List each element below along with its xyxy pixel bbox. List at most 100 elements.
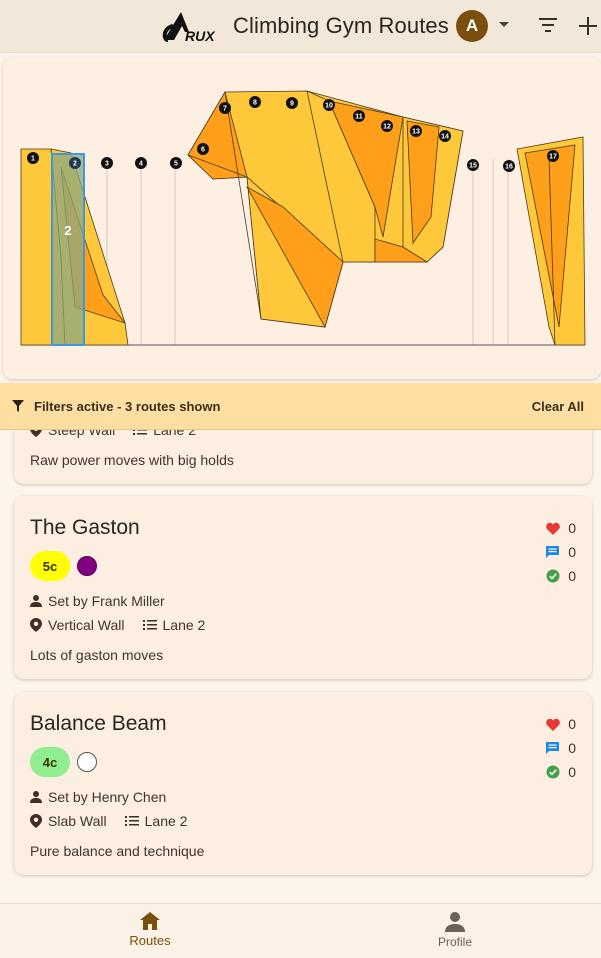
comments-count: 0 [568,740,576,756]
svg-text:11: 11 [355,114,363,121]
route-wall: Steep Wall [48,430,116,438]
comment-icon [546,741,559,754]
comments-stat[interactable]: 0 [546,540,576,564]
wall-map[interactable]: 1 2 3 4 5 6 7 8 9 10 11 12 13 14 15 16 1… [3,57,601,379]
grade-badge: 5c [30,551,70,581]
route-description: Pure balance and technique [30,843,205,859]
nav-profile[interactable]: Profile [395,912,515,949]
route-list[interactable]: Steep Wall Lane 2 Raw power moves with b… [0,430,601,903]
svg-text:10: 10 [325,103,333,110]
svg-text:7: 7 [223,106,227,113]
svg-text:9: 9 [290,101,294,108]
route-marker[interactable]: 4 [135,157,147,169]
heart-icon [546,718,560,731]
location-pin-icon [30,430,42,437]
route-location: Steep Wall Lane 2 [30,430,196,438]
filter-icon[interactable] [536,13,560,37]
wall-map-canvas[interactable]: 1 2 3 4 5 6 7 8 9 10 11 12 13 14 15 16 1… [3,57,601,379]
svg-text:14: 14 [441,134,449,141]
route-marker[interactable]: 12 [381,120,393,132]
comments-stat[interactable]: 0 [546,736,576,760]
route-stats: 0 0 0 [546,516,576,588]
route-wall: Slab Wall [48,813,107,829]
svg-text:12: 12 [383,124,391,131]
likes-count: 0 [568,716,576,732]
sends-stat[interactable]: 0 [546,760,576,784]
list-icon [133,430,148,435]
selected-route-label: 2 [64,223,71,238]
setter-name: Set by Henry Chen [48,789,167,805]
route-setter: Set by Henry Chen [30,789,166,805]
check-circle-icon [546,569,560,583]
svg-text:6: 6 [201,147,205,154]
route-location: Vertical Wall Lane 2 [30,617,205,633]
app-title: Climbing Gym Routes [233,13,449,38]
route-marker[interactable]: 15 [467,159,479,171]
hold-color-dot [77,556,97,576]
crux-logo: RUX [162,12,216,44]
route-marker[interactable]: 11 [353,110,365,122]
svg-text:17: 17 [549,154,557,161]
check-circle-icon [546,765,560,779]
heart-icon [546,522,560,535]
route-marker[interactable]: 1 [27,152,39,164]
route-card[interactable]: The Gaston 5c Set by Frank Miller Vertic… [14,496,592,679]
location-pin-icon [30,814,42,828]
route-marker[interactable]: 6 [197,143,209,155]
sends-stat[interactable]: 0 [546,564,576,588]
add-icon[interactable] [575,13,601,39]
user-avatar[interactable]: A [456,10,488,42]
route-marker[interactable]: 5 [170,157,182,169]
comment-icon [546,545,559,558]
grade-badge: 4c [30,747,70,777]
svg-text:3: 3 [105,161,109,168]
location-pin-icon [30,618,42,632]
chevron-down-icon[interactable] [497,19,511,31]
route-wall: Vertical Wall [48,617,125,633]
route-card[interactable]: Balance Beam 4c Set by Henry Chen Slab W… [14,692,592,875]
route-name: The Gaston [30,516,140,539]
sends-count: 0 [568,764,576,780]
route-marker[interactable]: 17 [547,150,559,162]
likes-stat[interactable]: 0 [546,712,576,736]
setter-name: Set by Frank Miller [48,593,165,609]
route-marker[interactable]: 13 [410,125,422,137]
route-name: Balance Beam [30,712,167,735]
route-marker[interactable]: 2 [69,157,81,169]
clear-filters-button[interactable]: Clear All [532,399,584,414]
route-marker[interactable]: 9 [286,97,298,109]
filter-banner: Filters active - 3 routes shown Clear Al… [0,383,601,430]
home-icon [140,912,160,930]
sends-count: 0 [568,568,576,584]
likes-stat[interactable]: 0 [546,516,576,540]
person-icon [30,595,42,607]
route-stats: 0 0 0 [546,712,576,784]
list-icon [124,816,139,826]
route-marker[interactable]: 16 [503,160,515,172]
svg-text:1: 1 [31,156,35,163]
route-setter: Set by Frank Miller [30,593,165,609]
hold-color-dot [77,752,97,772]
route-card[interactable]: Steep Wall Lane 2 Raw power moves with b… [14,430,592,484]
route-marker[interactable]: 8 [249,96,261,108]
route-marker[interactable]: 10 [323,99,335,111]
svg-text:16: 16 [505,164,513,171]
route-marker[interactable]: 3 [101,157,113,169]
person-icon [30,791,42,803]
svg-text:15: 15 [469,163,477,170]
route-marker[interactable]: 7 [219,102,231,114]
route-marker[interactable]: 14 [439,130,451,142]
route-lane: Lane 2 [162,617,206,633]
route-lane: Lane 2 [144,813,188,829]
person-icon [445,912,465,932]
bottom-navigation: Routes Profile [0,903,601,958]
route-location: Slab Wall Lane 2 [30,813,187,829]
route-description: Raw power moves with big holds [30,452,234,468]
svg-text:13: 13 [412,129,420,136]
app-bar: RUX Climbing Gym Routes A [0,0,601,53]
nav-routes[interactable]: Routes [90,912,210,948]
logo-text: RUX [185,28,216,44]
nav-profile-label: Profile [437,935,472,949]
route-lane: Lane 2 [153,430,197,438]
svg-text:4: 4 [139,161,143,168]
